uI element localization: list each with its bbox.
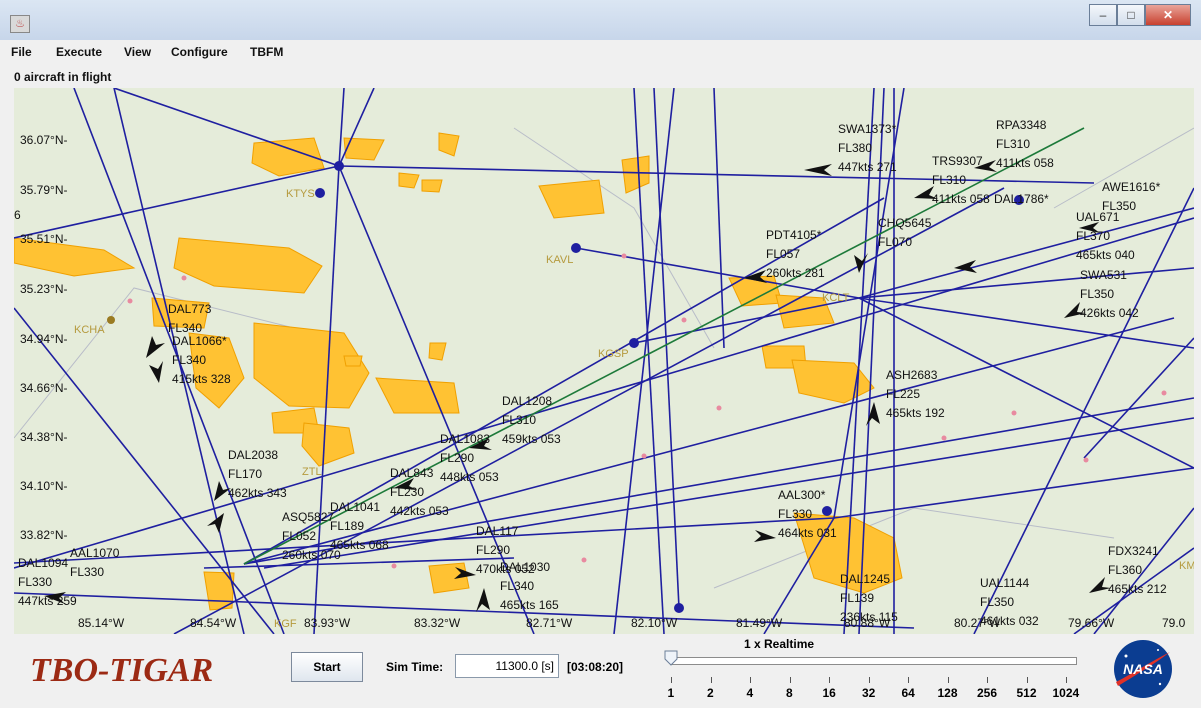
aircraft-data-block[interactable]: DAL843 FL230 442kts 053 bbox=[390, 464, 449, 521]
aircraft-data-block[interactable]: SWA1373* FL380 447kts 271 bbox=[838, 120, 897, 177]
menu-file[interactable]: File bbox=[11, 45, 32, 59]
aircraft-data-block[interactable]: DAL1066* FL340 415kts 328 bbox=[172, 332, 231, 389]
longitude-label: 83.93°W bbox=[304, 616, 351, 630]
longitude-label: 82.71°W bbox=[526, 616, 573, 630]
latitude-label: 34.38°N- bbox=[20, 430, 68, 444]
speed-tick-label: 1 bbox=[667, 686, 675, 700]
aircraft-data-block[interactable]: UAL671 FL370 465kts 040 bbox=[1076, 208, 1135, 265]
sim-time-label: Sim Time: bbox=[386, 660, 444, 674]
speed-tick-label: 32 bbox=[862, 686, 876, 700]
title-bar: ♨ – □ ✕ bbox=[0, 0, 1201, 41]
latitude-label: 34.94°N- bbox=[20, 332, 68, 346]
longitude-label: 79.66°W bbox=[1068, 616, 1115, 630]
menu-view[interactable]: View bbox=[124, 45, 151, 59]
app-logo: TBO-TIGAR bbox=[30, 652, 214, 689]
aircraft-data-block[interactable]: UAL1144 FL350 461kts 032 bbox=[980, 574, 1039, 631]
window-controls: – □ ✕ bbox=[1089, 4, 1191, 26]
speed-tick bbox=[829, 677, 830, 683]
airport-label: KTYS bbox=[286, 188, 315, 200]
longitude-label: 82.10°W bbox=[631, 616, 678, 630]
longitude-label: 81.49°W bbox=[736, 616, 783, 630]
speed-tick-label: 4 bbox=[746, 686, 754, 700]
speed-tick-label: 8 bbox=[786, 686, 793, 700]
aircraft-data-block[interactable]: DAL1786* bbox=[994, 190, 1049, 209]
aircraft-data-block[interactable]: FDX3241 FL360 465kts 212 bbox=[1108, 542, 1167, 599]
aircraft-data-block[interactable]: CHQ5645 FL070 bbox=[878, 214, 931, 252]
longitude-label: 84.54°W bbox=[190, 616, 237, 630]
aircraft-data-block[interactable]: DAL2038 FL170 462kts 343 bbox=[228, 446, 287, 503]
realtime-label: 1 x Realtime bbox=[744, 637, 815, 651]
menu-configure[interactable]: Configure bbox=[171, 45, 228, 59]
speed-tick bbox=[789, 677, 791, 683]
speed-tick bbox=[987, 677, 988, 683]
speed-tick bbox=[908, 677, 909, 683]
speed-tick-label: 2 bbox=[707, 686, 714, 700]
menu-bar: File Execute View Configure TBFM bbox=[0, 40, 1201, 64]
aircraft-data-block[interactable]: TRS9307 FL310 411kts 058 bbox=[932, 152, 990, 209]
airport-label: KCHA bbox=[74, 324, 105, 336]
aircraft-data-block[interactable]: DAL1030 FL340 465kts 165 bbox=[500, 558, 559, 615]
menu-execute[interactable]: Execute bbox=[56, 45, 102, 59]
latitude-label: 35.51°N- bbox=[20, 232, 68, 246]
airport-label: KGF bbox=[274, 618, 297, 630]
speed-tick-label: 128 bbox=[937, 686, 958, 700]
speed-tick-label: 1024 bbox=[1052, 686, 1080, 700]
speed-tick bbox=[1026, 677, 1028, 683]
speed-tick bbox=[710, 677, 712, 683]
latitude-label: 34.10°N- bbox=[20, 479, 68, 493]
minimize-button[interactable]: – bbox=[1089, 4, 1117, 26]
latitude-label: 33.82°N- bbox=[20, 528, 68, 542]
close-button[interactable]: ✕ bbox=[1145, 4, 1191, 26]
sim-time-field[interactable]: 11300.0 [s] bbox=[455, 654, 559, 678]
start-button[interactable]: Start bbox=[291, 652, 363, 682]
speed-slider-thumb[interactable] bbox=[664, 650, 678, 666]
speed-tick bbox=[671, 677, 672, 683]
latitude-label: 36.07°N- bbox=[20, 133, 68, 147]
maximize-button[interactable]: □ bbox=[1117, 4, 1145, 26]
aircraft-data-block[interactable]: DAL1208 FL310 459kts 053 bbox=[502, 392, 561, 449]
latitude-label: 35.23°N- bbox=[20, 282, 68, 296]
aircraft-data-block[interactable]: DAL1094 FL330 447kts 259 bbox=[18, 554, 77, 611]
speed-tick-label: 16 bbox=[822, 686, 836, 700]
longitude-label: 83.32°W bbox=[414, 616, 461, 630]
aircraft-data-block[interactable]: AAL300* FL330 464kts 031 bbox=[778, 486, 837, 543]
speed-tick-label: 512 bbox=[1016, 686, 1037, 700]
airport-label: KGSP bbox=[598, 348, 629, 360]
aircraft-data-block[interactable]: DAL1083 FL290 448kts 053 bbox=[440, 430, 499, 487]
aircraft-data-block[interactable]: AAL1070 FL330 bbox=[70, 544, 119, 582]
menu-tbfm[interactable]: TBFM bbox=[250, 45, 283, 59]
aircraft-data-block[interactable]: ASQ5827 FL052 260kts 070 bbox=[282, 508, 341, 565]
aircraft-data-block[interactable]: SWA531 FL350 426kts 042 bbox=[1080, 266, 1139, 323]
latitude-label: 6 bbox=[14, 208, 21, 222]
speed-tick bbox=[750, 677, 751, 683]
latitude-label: 34.66°N- bbox=[20, 381, 68, 395]
aircraft-data-block[interactable]: ASH2683 FL225 465kts 192 bbox=[886, 366, 945, 423]
longitude-label: 79.0 bbox=[1162, 616, 1186, 630]
airport-label: KAVL bbox=[546, 254, 574, 266]
aircraft-count-status: 0 aircraft in flight bbox=[14, 70, 112, 84]
airport-label: KM bbox=[1179, 560, 1194, 572]
airspace-map[interactable]: 36.07°N- 35.79°N- 6 35.51°N- 35.23°N- 34… bbox=[14, 88, 1194, 634]
speed-tick bbox=[1066, 677, 1067, 683]
speed-tick bbox=[947, 677, 949, 683]
sim-clock-readout: [03:08:20] bbox=[567, 660, 624, 674]
aircraft-data-block[interactable]: PDT4105* FL057 260kts 281 bbox=[766, 226, 825, 283]
aircraft-data-block[interactable]: DAL1245 FL139 236kts 115 bbox=[840, 570, 898, 627]
aircraft-data-block[interactable]: RPA3348 FL310 411kts 058 bbox=[996, 116, 1054, 173]
speed-tick bbox=[868, 677, 870, 683]
java-app-icon: ♨ bbox=[10, 15, 30, 33]
speed-slider-track[interactable] bbox=[670, 657, 1077, 665]
speed-tick-label: 64 bbox=[901, 686, 915, 700]
latitude-label: 35.79°N- bbox=[20, 183, 68, 197]
longitude-label: 85.14°W bbox=[78, 616, 125, 630]
speed-tick-label: 256 bbox=[977, 686, 998, 700]
airport-label: KCLT bbox=[822, 292, 850, 304]
nasa-logo-text: NASA bbox=[1123, 661, 1163, 677]
airport-label: ZTL bbox=[302, 466, 322, 478]
nasa-logo: NASA bbox=[1114, 640, 1172, 698]
